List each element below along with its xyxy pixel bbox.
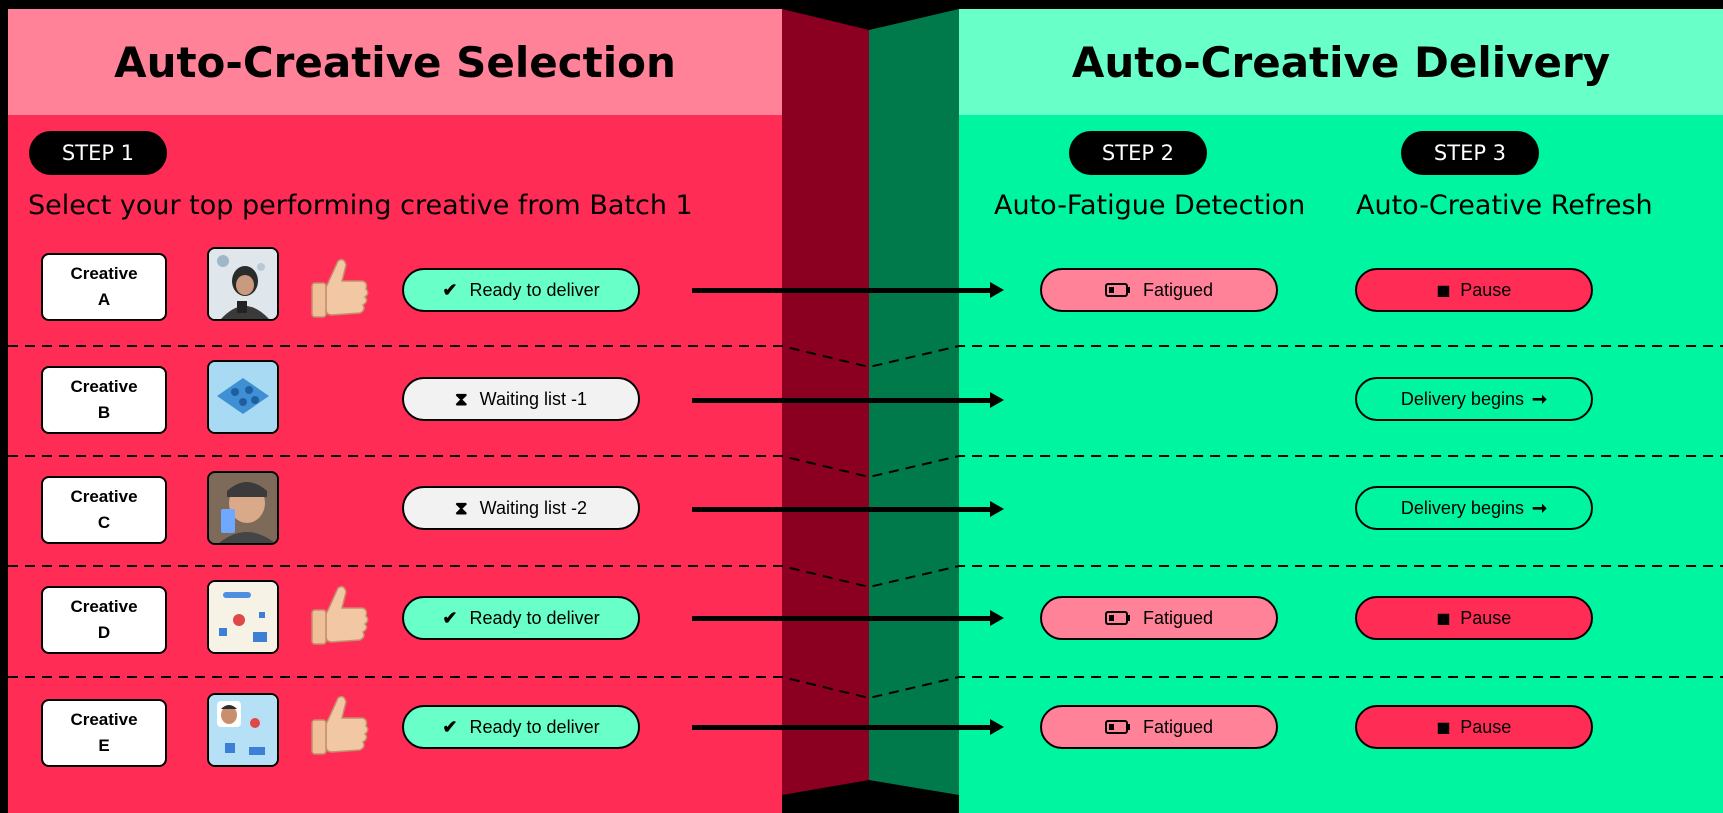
creative-c-thumbnail — [207, 471, 279, 545]
creative-c-label: Creative C — [41, 476, 167, 544]
fatigued-e: Fatigued — [1040, 705, 1278, 749]
flow-arrow-b — [692, 398, 992, 403]
arrow-head-d — [990, 610, 1004, 626]
flow-arrow-d — [692, 616, 992, 621]
fatigued-d: Fatigued — [1040, 596, 1278, 640]
pause-icon: ▮▮ — [1436, 609, 1450, 626]
pause-d: ▮▮ Pause — [1355, 596, 1593, 640]
pause-icon: ▮▮ — [1436, 718, 1450, 735]
flow-arrow-e — [692, 725, 992, 730]
creative-a-thumbnail — [207, 247, 279, 321]
thumbs-up-icon — [311, 585, 369, 645]
pause-icon: ▮▮ — [1436, 281, 1450, 298]
arrow-right-icon: ➞ — [1531, 497, 1548, 518]
creative-a-label: Creative A — [41, 253, 167, 321]
status-waiting-b: ⧗ Waiting list -1 — [402, 377, 640, 421]
status-ready-d: ✔ Ready to deliver — [402, 596, 640, 640]
arrow-right-icon: ➞ — [1531, 388, 1548, 409]
creative-b-label: Creative B — [41, 366, 167, 434]
status-ready-e: ✔ Ready to deliver — [402, 705, 640, 749]
battery-low-icon — [1104, 283, 1130, 297]
pause-a: ▮▮ Pause — [1355, 268, 1593, 312]
checkmark-icon: ✔ — [442, 716, 458, 737]
arrow-head-e — [990, 719, 1004, 735]
creative-e-thumbnail — [207, 693, 279, 767]
creative-d-label: Creative D — [41, 586, 167, 654]
arrow-head-a — [990, 282, 1004, 298]
fatigued-a: Fatigued — [1040, 268, 1278, 312]
checkmark-icon: ✔ — [442, 607, 458, 628]
creative-e-label: Creative E — [41, 699, 167, 767]
pause-e: ▮▮ Pause — [1355, 705, 1593, 749]
flow-arrow-a — [692, 288, 992, 293]
delivery-begins-b: Delivery begins ➞ — [1355, 377, 1593, 421]
thumbs-up-icon — [311, 258, 369, 318]
creative-d-thumbnail — [207, 580, 279, 654]
workflow-diagram: Auto-Creative Selection Auto-Creative De… — [0, 0, 1723, 813]
battery-low-icon — [1104, 720, 1130, 734]
delivery-begins-c: Delivery begins ➞ — [1355, 486, 1593, 530]
thumbs-up-icon — [311, 695, 369, 755]
status-waiting-c: ⧗ Waiting list -2 — [402, 486, 640, 530]
status-ready-a: ✔ Ready to deliver — [402, 268, 640, 312]
creative-b-thumbnail — [207, 360, 279, 434]
hourglass-icon: ⧗ — [455, 388, 468, 409]
checkmark-icon: ✔ — [442, 279, 458, 300]
flow-arrow-c — [692, 507, 992, 512]
arrow-head-b — [990, 392, 1004, 408]
hourglass-icon: ⧗ — [455, 497, 468, 518]
battery-low-icon — [1104, 611, 1130, 625]
arrow-head-c — [990, 501, 1004, 517]
